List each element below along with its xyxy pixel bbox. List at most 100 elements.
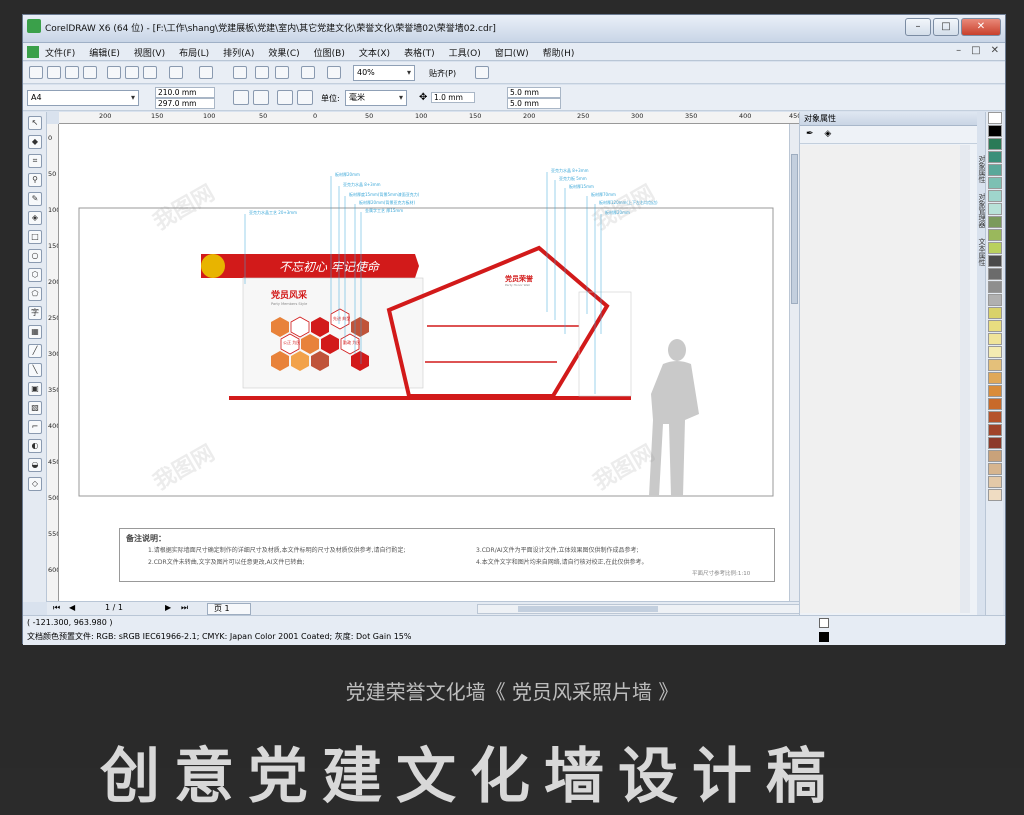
basic-shapes-icon[interactable]: ⬠	[28, 287, 42, 301]
rectangle-tool-icon[interactable]: □	[28, 230, 42, 244]
duplicate-y-field[interactable]: 5.0 mm	[507, 98, 561, 109]
close-button[interactable]: ✕	[961, 18, 1001, 36]
menu-view[interactable]: 视图(V)	[134, 46, 165, 59]
palette-swatch[interactable]	[988, 229, 1002, 241]
maximize-button[interactable]: □	[933, 18, 959, 36]
menu-file[interactable]: 文件(F)	[45, 46, 75, 59]
palette-swatch[interactable]	[988, 346, 1002, 358]
transparency-tool-icon[interactable]: ▧	[28, 401, 42, 415]
menu-tools[interactable]: 工具(O)	[449, 46, 481, 59]
outline-indicator-icon[interactable]	[819, 632, 829, 642]
menu-layout[interactable]: 布局(L)	[179, 46, 209, 59]
shape-tool-icon[interactable]: ◆	[28, 135, 42, 149]
export-icon[interactable]	[275, 66, 289, 79]
table-tool-icon[interactable]: ▦	[28, 325, 42, 339]
menu-window[interactable]: 窗口(W)	[495, 46, 529, 59]
duplicate-x-field[interactable]: 5.0 mm	[507, 87, 561, 98]
pick-tool-icon[interactable]: ↖	[28, 116, 42, 130]
undo-icon[interactable]	[169, 66, 183, 79]
menu-edit[interactable]: 编辑(E)	[89, 46, 120, 59]
fill-bucket-icon[interactable]: ◈	[824, 129, 831, 139]
zoom-tool-icon[interactable]: ⚲	[28, 173, 42, 187]
smart-fill-icon[interactable]: ◈	[28, 211, 42, 225]
palette-swatch[interactable]	[988, 359, 1002, 371]
palette-swatch[interactable]	[988, 320, 1002, 332]
palette-swatch[interactable]	[988, 294, 1002, 306]
page-next-icon[interactable]: ▶	[165, 603, 171, 612]
palette-swatch[interactable]	[988, 411, 1002, 423]
menu-text[interactable]: 文本(X)	[359, 46, 390, 59]
zoom-level-select[interactable]: 40%	[353, 65, 415, 81]
nudge-distance-field[interactable]: 1.0 mm	[431, 92, 475, 103]
palette-swatch[interactable]	[988, 190, 1002, 202]
all-pages-icon[interactable]	[277, 90, 293, 105]
palette-swatch[interactable]	[988, 398, 1002, 410]
portrait-icon[interactable]	[233, 90, 249, 105]
palette-swatch[interactable]	[988, 372, 1002, 384]
palette-swatch[interactable]	[988, 268, 1002, 280]
palette-swatch[interactable]	[988, 138, 1002, 150]
paper-size-select[interactable]: A4	[27, 90, 139, 106]
ellipse-tool-icon[interactable]: ○	[28, 249, 42, 263]
fill-indicator-icon[interactable]	[819, 618, 829, 628]
search-content-icon[interactable]	[233, 66, 247, 79]
palette-swatch[interactable]	[988, 463, 1002, 475]
vertical-scroll-thumb[interactable]	[791, 154, 798, 304]
print-icon[interactable]	[83, 66, 97, 79]
doc-minimize-button[interactable]: –	[956, 45, 961, 56]
docker-scrollbar[interactable]	[960, 145, 970, 613]
horizontal-scroll-thumb[interactable]	[518, 606, 658, 612]
palette-swatch[interactable]	[988, 450, 1002, 462]
doc-close-button[interactable]: ✕	[991, 45, 999, 56]
palette-swatch[interactable]	[988, 424, 1002, 436]
application-launcher-icon[interactable]	[301, 66, 315, 79]
options-icon[interactable]	[475, 66, 489, 79]
palette-swatch[interactable]	[988, 151, 1002, 163]
blend-tool-icon[interactable]: ▣	[28, 382, 42, 396]
eyedropper-tool-icon[interactable]: ⌐	[28, 420, 42, 434]
page-prev-icon[interactable]: ◀	[69, 603, 75, 612]
outline-tool-icon[interactable]: ◐	[28, 439, 42, 453]
horizontal-scrollbar[interactable]	[477, 604, 807, 614]
connector-tool-icon[interactable]: ╲	[28, 363, 42, 377]
page-width-field[interactable]: 210.0 mm	[155, 87, 215, 98]
palette-swatch[interactable]	[988, 125, 1002, 137]
palette-swatch[interactable]	[988, 255, 1002, 267]
palette-swatch[interactable]	[988, 476, 1002, 488]
menu-help[interactable]: 帮助(H)	[543, 46, 575, 59]
menu-effects[interactable]: 效果(C)	[268, 46, 299, 59]
copy-icon[interactable]	[125, 66, 139, 79]
palette-swatch[interactable]	[988, 385, 1002, 397]
snap-to-menu[interactable]: 贴齐(P)	[429, 68, 456, 79]
menu-arrange[interactable]: 排列(A)	[223, 46, 254, 59]
units-select[interactable]: 毫米	[345, 90, 407, 106]
palette-swatch[interactable]	[988, 489, 1002, 501]
crop-tool-icon[interactable]: ⌗	[28, 154, 42, 168]
page-tab[interactable]: 页 1	[207, 603, 251, 615]
freehand-tool-icon[interactable]: ✎	[28, 192, 42, 206]
palette-swatch[interactable]	[988, 307, 1002, 319]
color-profile-info[interactable]: 文档颜色预置文件: RGB: sRGB IEC61966-2.1; CMYK: …	[27, 631, 411, 642]
welcome-screen-icon[interactable]	[327, 66, 341, 79]
vertical-scrollbar[interactable]	[789, 124, 799, 601]
palette-swatch[interactable]	[988, 203, 1002, 215]
landscape-icon[interactable]	[253, 90, 269, 105]
dimension-tool-icon[interactable]: ╱	[28, 344, 42, 358]
palette-swatch[interactable]	[988, 281, 1002, 293]
palette-swatch[interactable]	[988, 333, 1002, 345]
outline-pen-icon[interactable]: ✒	[806, 129, 814, 139]
text-tool-icon[interactable]: 字	[28, 306, 42, 320]
palette-swatch[interactable]	[988, 164, 1002, 176]
current-page-icon[interactable]	[297, 90, 313, 105]
minimize-button[interactable]: –	[905, 18, 931, 36]
doc-restore-button[interactable]: □	[971, 45, 980, 56]
open-icon[interactable]	[47, 66, 61, 79]
fill-tool-icon[interactable]: ◒	[28, 458, 42, 472]
save-icon[interactable]	[65, 66, 79, 79]
page-last-icon[interactable]: ⏭	[181, 603, 188, 613]
palette-swatch[interactable]	[988, 216, 1002, 228]
menu-table[interactable]: 表格(T)	[404, 46, 435, 59]
import-icon[interactable]	[255, 66, 269, 79]
palette-swatch[interactable]	[988, 177, 1002, 189]
polygon-tool-icon[interactable]: ⬡	[28, 268, 42, 282]
